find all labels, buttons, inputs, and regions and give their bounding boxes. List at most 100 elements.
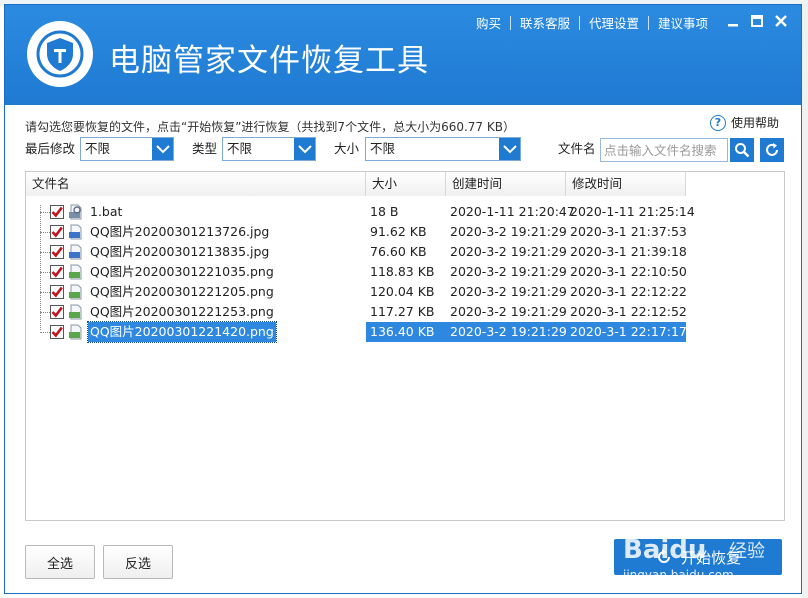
file-row[interactable]: QQ图片20200301213726.jpg 91.62 KB 2020-3-2 1… [26,222,687,242]
filename-search-input[interactable] [600,138,728,162]
modified-filter-value: 不限 [85,141,111,156]
file-size: 91.62 KB [370,224,427,239]
jpg-file-icon [68,244,84,260]
tree-connector [40,312,50,313]
search-icon [735,143,750,158]
minimize-icon[interactable] [725,13,741,29]
file-size: 117.27 KB [370,304,435,319]
help-label: 使用帮助 [730,116,779,130]
tree-connector [40,252,50,253]
background-page-edge [802,0,808,598]
file-name: QQ图片20200301221420.png [87,321,277,343]
column-header-filename[interactable]: 文件名 [26,172,366,196]
restore-icon [658,549,670,563]
file-row[interactable]: 1.bat 18 B 2020-1-11 21:20:47 2020-1-11 21:… [26,202,695,222]
file-row[interactable]: QQ图片20200301221205.png 120.04 KB 2020-3-2 … [26,282,687,302]
file-row[interactable]: QQ图片20200301221035.png 118.83 KB 2020-3-2 … [26,262,687,282]
type-filter-value: 不限 [227,141,253,156]
recovery-window: 电脑管家文件恢复工具 购买 联系客服 代理设置 建议事项 请勾选您要恢复的文件，… [4,4,802,594]
modified-filter-label: 最后修改 [25,141,76,156]
column-header-created[interactable]: 创建时间 [446,172,566,196]
file-list: 文件名 大小 创建时间 修改时间 1.bat 18 B 2020-1-11 21:2… [25,171,785,521]
filename-filter-label: 文件名 [558,141,596,156]
column-header-modified[interactable]: 修改时间 [566,172,686,196]
type-filter-label: 类型 [192,141,218,156]
file-checkbox[interactable] [50,325,64,339]
file-modified-time: 2020-3-1 21:39:18 [570,244,687,259]
file-created-time: 2020-3-2 19:21:29 [450,284,567,299]
maximize-icon[interactable] [749,13,765,29]
file-modified-time: 2020-3-1 21:37:53 [570,224,687,239]
png-file-icon [68,324,84,340]
file-size: 136.40 KB [370,324,435,339]
file-modified-time: 2020-1-11 21:25:14 [570,204,695,219]
file-name: QQ图片20200301221035.png [90,264,274,279]
help-link[interactable]: ? 使用帮助 [709,114,779,131]
file-checkbox[interactable] [50,305,64,319]
chevron-down-icon [294,138,315,160]
file-checkbox[interactable] [50,265,64,279]
file-modified-time: 2020-3-1 22:12:52 [570,304,687,319]
file-name: 1.bat [90,204,123,219]
app-title: 电脑管家文件恢复工具 [109,43,429,79]
jpg-file-icon [68,224,84,240]
tree-connector [40,272,50,273]
file-created-time: 2020-3-2 19:21:29 [450,224,567,239]
title-bar: 电脑管家文件恢复工具 购买 联系客服 代理设置 建议事项 [5,5,801,105]
file-name: QQ图片20200301221205.png [90,284,274,299]
select-all-button[interactable]: 全选 [25,545,95,579]
column-header-size[interactable]: 大小 [366,172,446,196]
size-filter-value: 不限 [370,141,396,156]
top-menu: 购买 联系客服 代理设置 建议事项 [467,13,717,32]
png-file-icon [68,264,84,280]
size-filter-label: 大小 [334,141,360,156]
size-filter-select[interactable]: 不限 [365,137,521,161]
tree-connector [40,292,50,293]
file-modified-time: 2020-3-1 22:17:17 [570,324,687,339]
file-size: 76.60 KB [370,244,427,259]
menu-buy[interactable]: 购买 [467,13,510,32]
invert-selection-button[interactable]: 反选 [103,545,173,579]
file-row[interactable]: QQ图片20200301221420.png 136.40 KB 2020-3-2 … [26,321,687,343]
scan-summary: 请勾选您要恢复的文件，点击“开始恢复”进行恢复（共找到7个文件，总大小为660.… [25,120,515,134]
chevron-down-icon [152,138,173,160]
file-name: QQ图片20200301213835.jpg [90,244,270,259]
file-checkbox[interactable] [50,285,64,299]
file-modified-time: 2020-3-1 22:10:50 [570,264,687,279]
window-controls [725,13,789,29]
bat-file-icon [68,204,84,220]
type-filter-select[interactable]: 不限 [222,137,316,161]
menu-suggestions[interactable]: 建议事项 [649,13,717,32]
refresh-button[interactable] [760,138,784,162]
menu-contact-support[interactable]: 联系客服 [511,13,579,32]
file-size: 118.83 KB [370,264,435,279]
file-size: 18 B [370,204,399,219]
file-checkbox[interactable] [50,205,64,219]
file-checkbox[interactable] [50,245,64,259]
file-modified-time: 2020-3-1 22:12:22 [570,284,687,299]
close-icon[interactable] [773,13,789,29]
file-created-time: 2020-1-11 21:20:47 [450,204,575,219]
png-file-icon [68,284,84,300]
tree-connector [40,212,50,213]
app-logo-icon [27,21,93,87]
file-list-header: 文件名 大小 创建时间 修改时间 [26,172,686,196]
file-row[interactable]: QQ图片20200301221253.png 117.27 KB 2020-3-2 … [26,302,687,322]
modified-filter-select[interactable]: 不限 [80,137,174,161]
file-name: QQ图片20200301221253.png [90,304,274,319]
file-created-time: 2020-3-2 19:21:29 [450,264,567,279]
file-created-time: 2020-3-2 19:21:29 [450,324,567,339]
png-file-icon [68,304,84,320]
menu-proxy-settings[interactable]: 代理设置 [580,13,648,32]
file-checkbox[interactable] [50,225,64,239]
file-row[interactable]: QQ图片20200301213835.jpg 76.60 KB 2020-3-2 1… [26,242,687,262]
refresh-icon [766,143,778,156]
start-recovery-button[interactable]: 开始恢复 [614,539,782,575]
file-size: 120.04 KB [370,284,435,299]
chevron-down-icon [499,138,520,160]
file-created-time: 2020-3-2 19:21:29 [450,244,567,259]
tree-connector [40,232,50,233]
tree-connector [40,332,50,333]
search-button[interactable] [730,138,754,162]
start-recovery-label: 开始恢复 [680,548,741,567]
